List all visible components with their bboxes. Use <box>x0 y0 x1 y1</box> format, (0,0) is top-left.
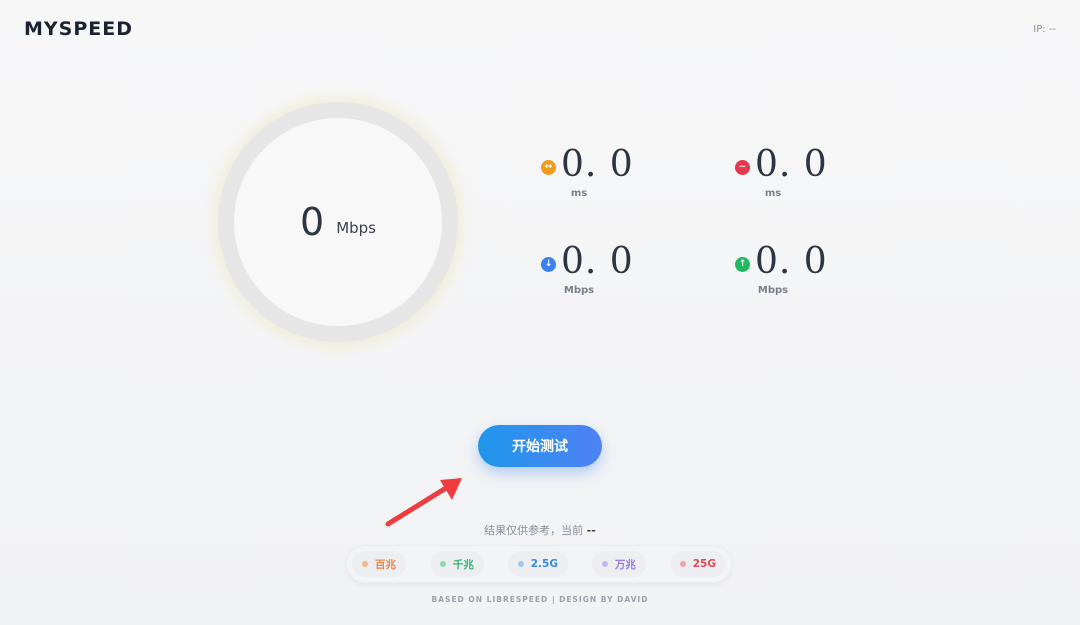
gauge-unit: Mbps <box>336 219 376 237</box>
ping-metric: ↔ 0. 0 ms <box>541 147 661 199</box>
tier-dot <box>601 561 608 567</box>
tier-label: 千兆 <box>452 558 474 571</box>
tier-10g[interactable]: 万兆 <box>591 551 646 577</box>
jitter-icon: ~ <box>735 159 750 175</box>
gauge-ring: 0 Mbps <box>218 102 458 342</box>
download-icon: ↓ <box>541 256 556 272</box>
gauge-value: 0 <box>300 200 325 244</box>
footer-credits: BASED ON LIBRESPEED | DESIGN BY DAVID <box>431 595 649 604</box>
tier-dot <box>362 561 368 567</box>
tier-label: 百兆 <box>375 558 396 571</box>
app-logo: MYSPEED <box>24 18 134 40</box>
ping-icon: ↔ <box>541 159 556 175</box>
upload-unit: Mbps <box>757 285 789 296</box>
jitter-metric: ~ 0. 0 ms <box>735 147 855 199</box>
speed-gauge: 0 Mbps <box>206 90 470 354</box>
result-note: 结果仅供参考，当前 -- <box>0 522 1080 538</box>
upload-metric: ↑ 0. 0 Mbps <box>735 244 855 296</box>
gauge-center: 0 Mbps <box>234 118 442 326</box>
start-test-button[interactable]: 开始测试 <box>478 425 602 467</box>
download-value: 0. 0 <box>561 241 634 282</box>
ping-value: 0. 0 <box>561 144 634 185</box>
download-metric: ↓ 0. 0 Mbps <box>541 244 661 296</box>
tier-dot <box>439 561 446 567</box>
download-unit: Mbps <box>563 285 595 296</box>
speed-tier-bar: 百兆 千兆 2.5G 万兆 25G <box>346 545 732 583</box>
ping-unit: ms <box>570 188 588 199</box>
ip-address: IP: -- <box>1033 24 1056 35</box>
tier-label: 万兆 <box>614 558 636 571</box>
jitter-unit: ms <box>764 188 782 199</box>
tier-1g[interactable]: 千兆 <box>429 551 484 577</box>
tier-100m[interactable]: 百兆 <box>352 551 406 577</box>
tier-25g[interactable]: 25G <box>669 551 726 577</box>
tier-label: 25G <box>692 558 716 570</box>
tier-label: 2.5G <box>530 558 558 570</box>
upload-value: 0. 0 <box>755 241 828 282</box>
note-text: 结果仅供参考，当前 <box>484 524 584 537</box>
current-tier: -- <box>586 524 596 537</box>
tier-dot <box>679 561 686 567</box>
tier-dot <box>517 561 524 567</box>
upload-icon: ↑ <box>735 256 750 272</box>
tier-2-5g[interactable]: 2.5G <box>507 551 568 577</box>
jitter-value: 0. 0 <box>755 144 828 185</box>
